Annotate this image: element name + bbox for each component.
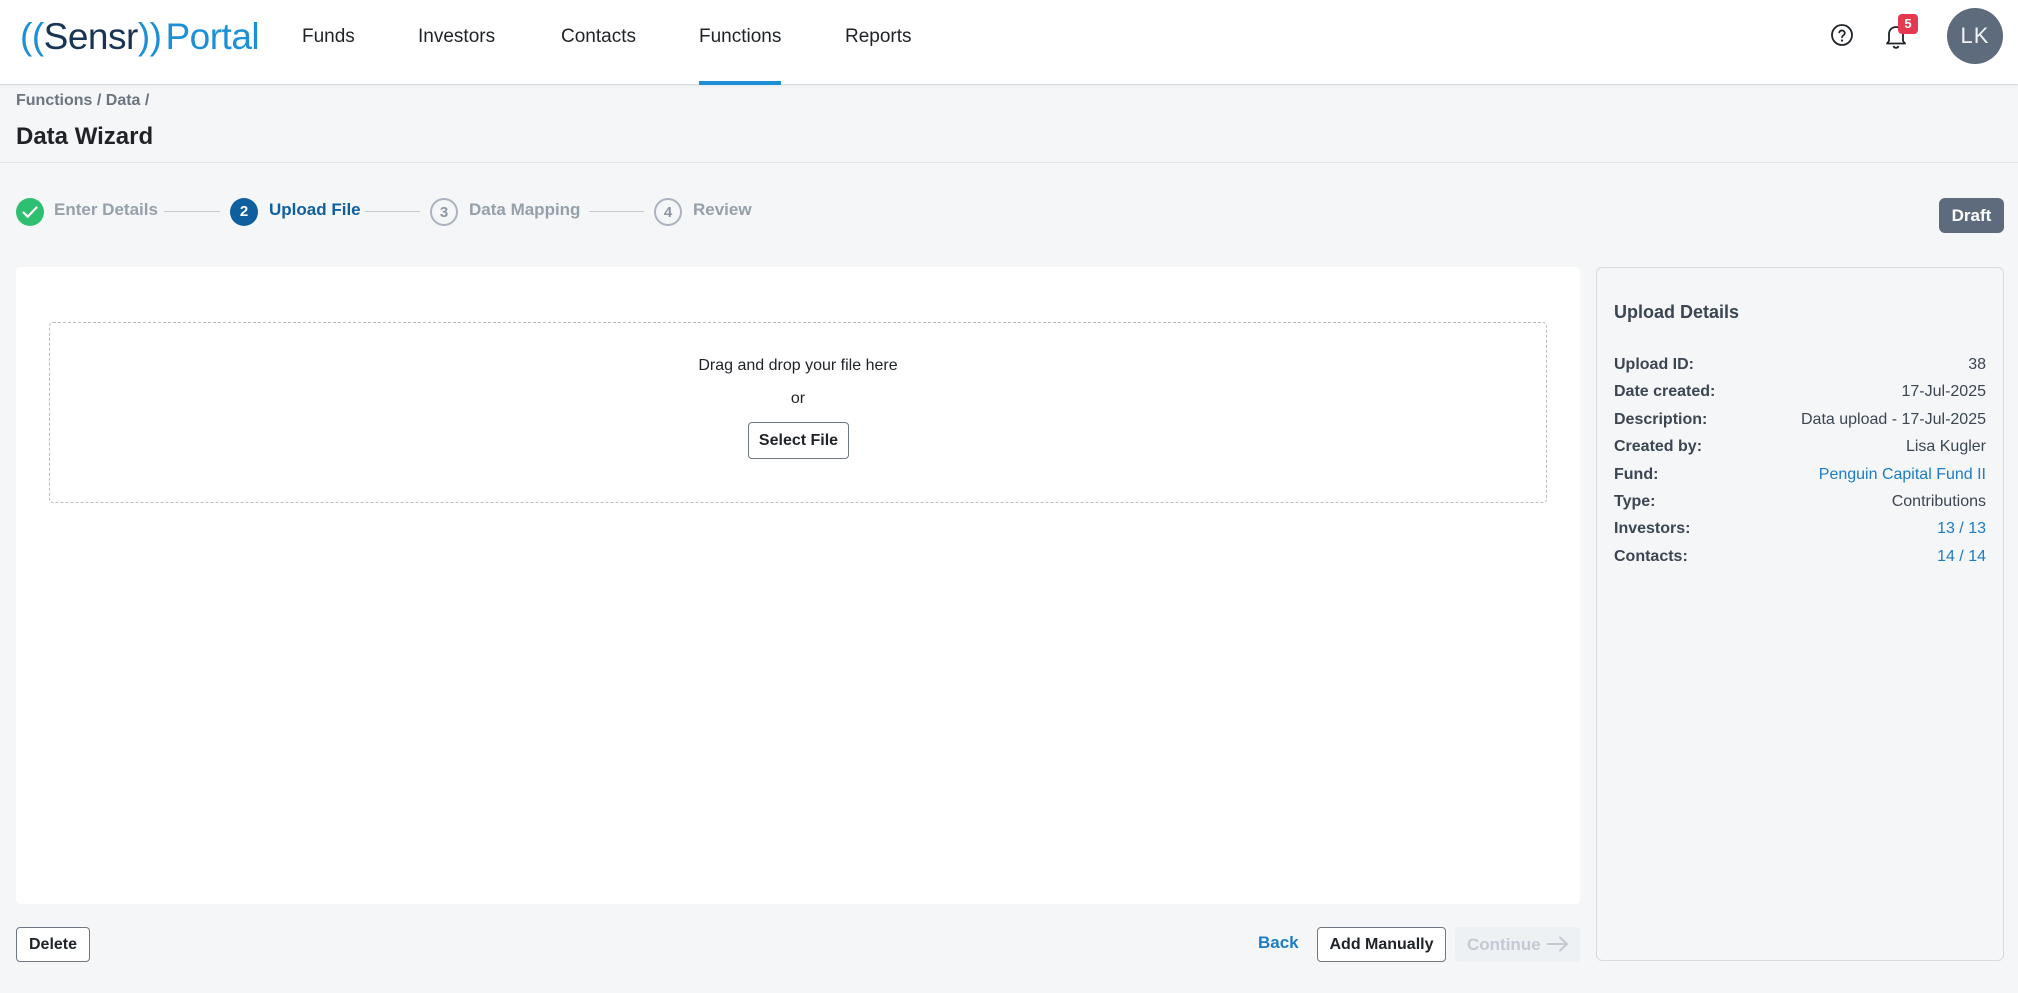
upload-card: Drag and drop your file here or Select F… [16,267,1580,904]
notification-count-badge: 5 [1898,14,1918,34]
dropzone-instruction: Drag and drop your file here [698,357,898,374]
detail-key: Upload ID: [1614,356,1694,373]
detail-value: Lisa Kugler [1905,438,1986,455]
detail-key: Contacts: [1614,548,1688,565]
status-badge: Draft [1939,198,2004,233]
step-label-enter-details: Enter Details [54,200,158,219]
fund-link[interactable]: Penguin Capital Fund II [1819,466,1986,484]
step-connector [164,211,220,212]
detail-key: Type: [1614,493,1656,510]
logo-open: (( [20,16,44,57]
logo-name: Sensr [43,16,139,57]
detail-value: Contributions [1891,493,1986,510]
detail-value: 17-Jul-2025 [1901,383,1987,400]
detail-key: Investors: [1614,520,1691,537]
detail-key: Fund: [1614,466,1659,483]
detail-row-contacts: Contacts: 14 / 14 [1614,548,1986,570]
file-dropzone[interactable]: Drag and drop your file here or Select F… [49,322,1547,503]
step-3-number: 3 [430,198,458,226]
upload-details-panel: Upload Details Upload ID: 38 Date create… [1596,267,2004,961]
step-label-review: Review [693,200,752,219]
header-divider [0,162,2018,163]
detail-value: 38 [1968,356,1986,373]
detail-row-upload-id: Upload ID: 38 [1614,356,1986,378]
back-button[interactable]: Back [1258,933,1299,953]
detail-key: Created by: [1614,438,1703,455]
arrow-right-icon [1547,936,1568,952]
investors-link[interactable]: 13 / 13 [1937,520,1986,538]
logo-suffix: Portal [165,16,260,57]
page-title: Data Wizard [16,123,154,150]
nav-item-investors[interactable]: Investors [418,0,495,85]
top-navbar: ((Sensr)) Portal Funds Investors Contacts… [0,0,2018,85]
step-2-number: 2 [230,198,258,226]
help-icon[interactable] [1830,23,1854,47]
continue-label: Continue [1467,935,1541,954]
detail-row-fund: Fund: Penguin Capital Fund II [1614,466,1986,488]
step-connector [365,211,420,212]
step-label-data-mapping: Data Mapping [469,200,581,219]
user-avatar[interactable]: LK [1947,8,2003,64]
upload-details-title: Upload Details [1614,302,1740,322]
nav-item-contacts[interactable]: Contacts [561,0,636,85]
breadcrumb[interactable]: Functions / Data / [16,92,149,110]
step-label-upload-file: Upload File [269,200,361,219]
logo-close: )) [137,16,162,57]
detail-key: Description: [1614,411,1708,428]
detail-row-date-created: Date created: 17-Jul-2025 [1614,383,1986,405]
continue-button[interactable]: Continue [1455,927,1580,962]
nav-item-reports[interactable]: Reports [845,0,912,85]
detail-key: Date created: [1614,383,1716,400]
contacts-link[interactable]: 14 / 14 [1937,548,1986,566]
step-connector [589,211,644,212]
dropzone-or: or [790,390,806,407]
add-manually-button[interactable]: Add Manually [1317,927,1446,962]
step-1-check-icon [16,198,44,226]
step-4-number: 4 [654,198,682,226]
select-file-button[interactable]: Select File [748,422,849,459]
detail-row-type: Type: Contributions [1614,493,1986,515]
detail-row-description: Description: Data upload - 17-Jul-2025 [1614,411,1986,433]
detail-row-created-by: Created by: Lisa Kugler [1614,438,1986,460]
detail-row-investors: Investors: 13 / 13 [1614,520,1986,542]
delete-button[interactable]: Delete [16,927,90,962]
nav-item-functions[interactable]: Functions [699,0,782,85]
detail-value: Data upload - 17-Jul-2025 [1800,411,1986,428]
nav-item-funds[interactable]: Funds [302,0,355,85]
sensr-portal-logo[interactable]: ((Sensr)) Portal [20,14,260,60]
